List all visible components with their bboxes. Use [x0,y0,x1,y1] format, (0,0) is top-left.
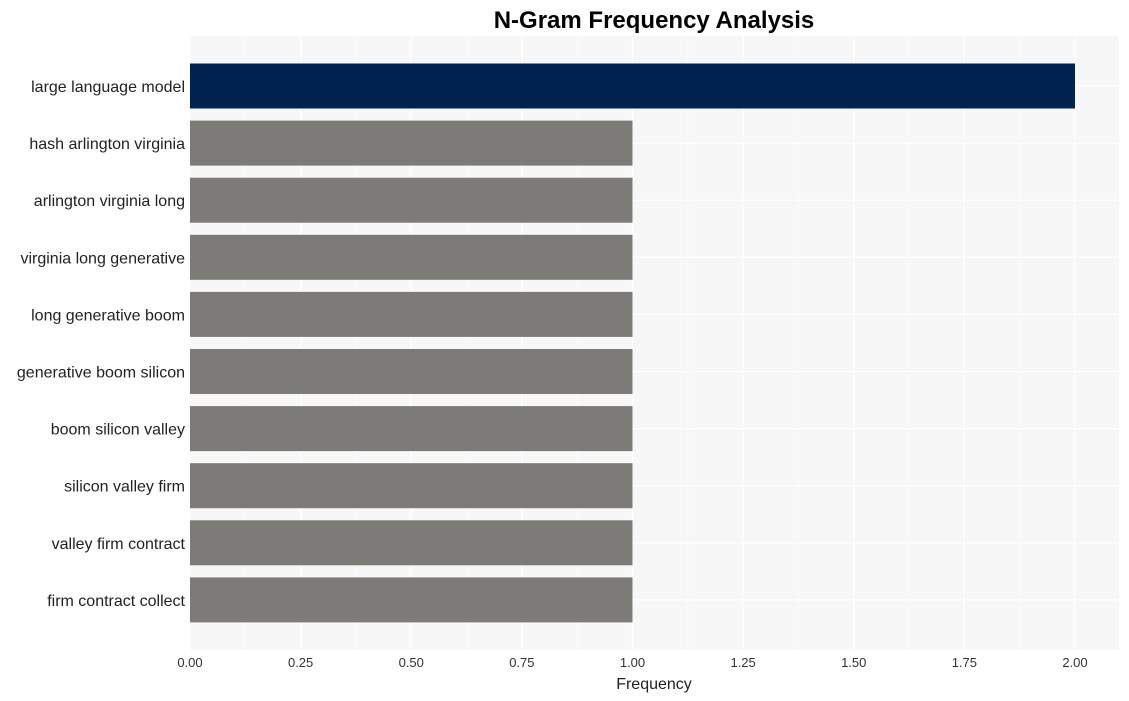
y-tick-label: arlington virginia long [34,193,185,210]
y-tick-label: generative boom silicon [17,365,185,382]
bar-silicon-valley-firm [190,463,633,509]
bar-arlington-virginia-long [190,177,633,223]
chart-title: N-Gram Frequency Analysis [494,7,815,34]
x-axis-label: Frequency [616,676,692,693]
x-axis-ticks: 0.00 0.25 0.50 0.75 1.00 1.25 1.50 1.75 2.00 [177,655,1087,670]
x-tick-label: 0.00 [177,655,202,670]
y-tick-label: valley firm contract [52,536,186,553]
ngram-chart: large language model hash arlington virgi… [17,7,1119,693]
y-tick-label: firm contract collect [47,593,185,610]
bar-valley-firm-contract [190,520,633,566]
y-tick-label: boom silicon valley [51,422,185,439]
y-tick-label: long generative boom [31,307,185,324]
x-tick-label: 1.00 [620,655,645,670]
y-axis-labels: large language model hash arlington virgi… [17,79,186,610]
y-tick-label: virginia long generative [20,250,185,267]
bar-firm-contract-collect [190,577,633,623]
x-tick-label: 0.25 [288,655,313,670]
bar-hash-arlington-virginia [190,120,633,166]
y-tick-label: silicon valley firm [64,479,185,496]
x-tick-label: 1.25 [730,655,755,670]
bar-generative-boom-silicon [190,349,633,394]
bar-long-generative-boom [190,291,633,337]
bar-virginia-long-generative [190,234,633,280]
x-tick-label: 0.50 [399,655,424,670]
y-tick-label: large language model [31,79,185,96]
y-tick-label: hash arlington virginia [29,136,185,153]
x-tick-label: 1.50 [841,655,866,670]
x-tick-label: 0.75 [509,655,534,670]
bar-boom-silicon-valley [190,406,633,452]
bar-large-language-model [190,63,1075,109]
x-tick-label: 1.75 [952,655,977,670]
x-tick-label: 2.00 [1062,655,1087,670]
